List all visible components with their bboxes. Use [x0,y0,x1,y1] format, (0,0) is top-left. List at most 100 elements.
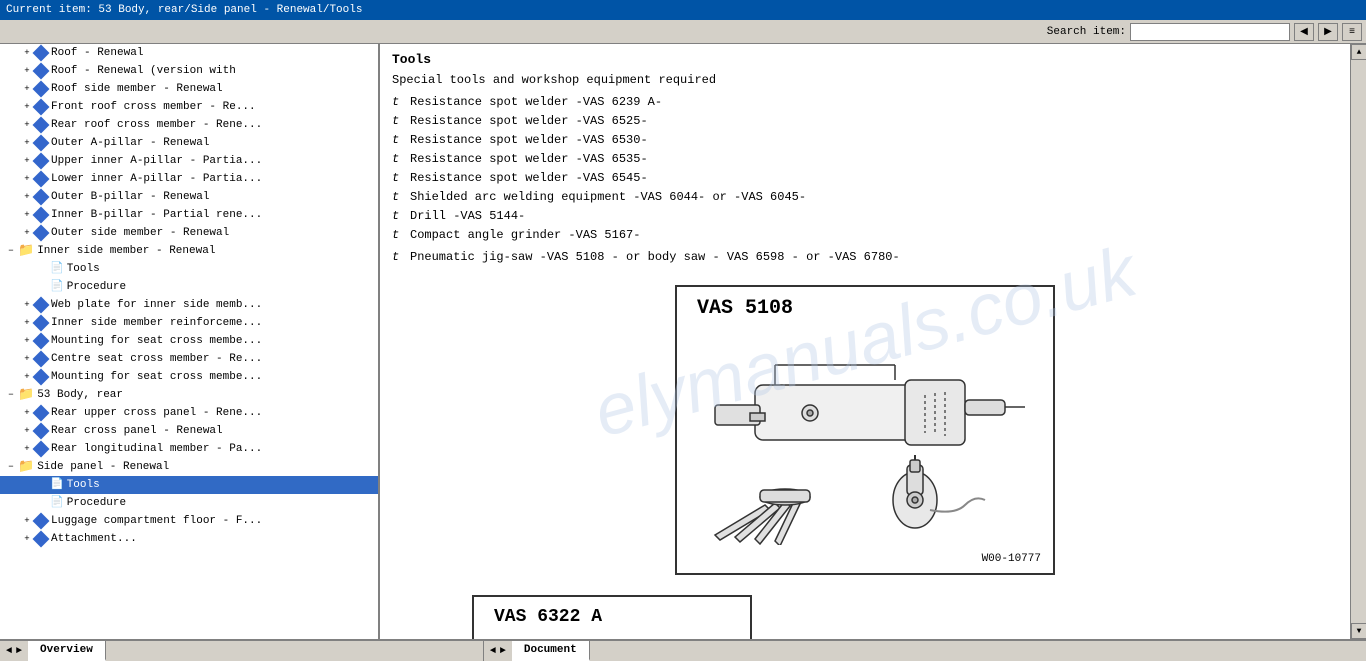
tree-label: Luggage compartment floor - F... [51,513,262,529]
vas-6322a-diagram: VAS 6322 A [472,595,752,639]
tree-folder-icon: 📁 [18,243,34,259]
right-scrollbar[interactable]: ▲ ▼ [1350,44,1366,639]
tool-t-marker: t [392,95,400,109]
tab-overview[interactable]: Overview [28,641,106,661]
title-bar: Current item: 53 Body, rear/Side panel -… [0,0,1366,20]
tool-line: t Resistance spot welder -VAS 6239 A- [392,95,1338,109]
tool-t-marker: t [392,228,400,242]
vas-diagram-number: W00-10777 [982,553,1041,565]
tree-diamond-icon [33,351,50,368]
tree-item[interactable]: +Attachment... [0,530,378,548]
vas-5108-svg [687,327,1043,543]
content-subtitle: Special tools and workshop equipment req… [392,73,1338,87]
tree-item[interactable]: +Web plate for inner side memb... [0,296,378,314]
tree-item[interactable]: 📄Procedure [0,494,378,512]
tree-diamond-icon [33,441,50,458]
tree-item[interactable]: −📁Inner side member - Renewal [0,242,378,260]
tree-item[interactable]: +Rear longitudinal member - Pa... [0,440,378,458]
tree-label: Rear upper cross panel - Rene... [51,405,262,421]
tree-doc-icon: 📄 [50,495,64,511]
tree-diamond-icon [33,99,50,116]
tool-t-marker: t [392,152,400,166]
tree-item[interactable]: +Outer B-pillar - Renewal [0,188,378,206]
tree-label: 53 Body, rear [37,387,123,403]
tree-item[interactable]: +Rear upper cross panel - Rene... [0,404,378,422]
tree-item[interactable]: +Inner side member reinforceme... [0,314,378,332]
scroll-down-button[interactable]: ▼ [1351,623,1366,639]
search-options-button[interactable]: ≡ [1342,23,1362,41]
tree-item[interactable]: 📄Procedure [0,278,378,296]
tool-text: Resistance spot welder -VAS 6535- [410,152,648,166]
tree-diamond-icon [33,63,50,80]
tool-line: t Compact angle grinder -VAS 5167- [392,228,1338,242]
tool-text: Resistance spot welder -VAS 6530- [410,133,648,147]
left-panel[interactable]: +Roof - Renewal+Roof - Renewal (version … [0,44,380,639]
tool-marker: t [392,250,400,264]
left-nav-arrows[interactable]: ◄ ► [0,641,28,661]
tree-item[interactable]: −📁53 Body, rear [0,386,378,404]
tree-expand-icon[interactable]: − [4,460,18,474]
tree-item[interactable]: +Front roof cross member - Re... [0,98,378,116]
nav-left-arrow[interactable]: ◄ [4,646,14,657]
tree-diamond-icon [33,135,50,152]
tree-item[interactable]: +Inner B-pillar - Partial rene... [0,206,378,224]
tree-item[interactable]: +Outer A-pillar - Renewal [0,134,378,152]
tree-label: Lower inner A-pillar - Partia... [51,171,262,187]
tab-overview-label: Overview [40,644,93,656]
tool-t-marker: t [392,171,400,185]
tree-diamond-icon [33,297,50,314]
tree-item[interactable]: +Outer side member - Renewal [0,224,378,242]
tree-label: Mounting for seat cross membe... [51,369,262,385]
tool-text: Resistance spot welder -VAS 6239 A- [410,95,662,109]
tree-label: Tools [67,261,100,277]
right-nav-arrows[interactable]: ◄ ► [484,641,512,661]
tree-item[interactable]: +Roof - Renewal (version with [0,62,378,80]
vas-5108-diagram: VAS 5108 [675,285,1055,575]
tab-document[interactable]: Document [512,641,590,661]
tree-label: Inner B-pillar - Partial rene... [51,207,262,223]
tree-item[interactable]: +Luggage compartment floor - F... [0,512,378,530]
tree-item[interactable]: 📄Tools [0,260,378,278]
nav-doc-right[interactable]: ► [498,646,508,657]
tree-item[interactable]: +Lower inner A-pillar - Partia... [0,170,378,188]
tool-text: Compact angle grinder -VAS 5167- [410,228,640,242]
tree-label: Tools [67,477,100,493]
tree-expand-icon[interactable]: − [4,244,18,258]
tree-item[interactable]: +Rear cross panel - Renewal [0,422,378,440]
tree-label: Roof side member - Renewal [51,81,223,97]
tree-item[interactable]: +Roof side member - Renewal [0,80,378,98]
tree-item[interactable]: +Roof - Renewal [0,44,378,62]
tree-folder-icon: 📁 [18,459,34,475]
tree-diamond-icon [33,153,50,170]
tree-item[interactable]: +Upper inner A-pillar - Partia... [0,152,378,170]
search-input[interactable] [1130,23,1290,41]
tree-diamond-icon [33,117,50,134]
tree-item[interactable]: 📄Tools [0,476,378,494]
main-container: +Roof - Renewal+Roof - Renewal (version … [0,44,1366,639]
content-title: Tools [392,52,1338,67]
tree-expand-icon[interactable]: − [4,388,18,402]
search-prev-button[interactable]: ◀ [1294,23,1314,41]
tool-text: Drill -VAS 5144- [410,209,525,223]
tree-item[interactable]: +Centre seat cross member - Re... [0,350,378,368]
tool-line: tDrill -VAS 5144- [392,209,1338,223]
tree-label: Roof - Renewal (version with [51,63,236,79]
nav-doc-left[interactable]: ◄ [488,646,498,657]
tree-diamond-icon [33,405,50,422]
scroll-up-button[interactable]: ▲ [1351,44,1366,60]
tree-diamond-icon [33,513,50,530]
tree-label: Roof - Renewal [51,45,143,61]
tree-label: Inner side member - Renewal [37,243,215,259]
tool-t-marker: t [392,114,400,128]
tree-diamond-icon [33,225,50,242]
tool-t-marker: t [392,133,400,147]
tree-item[interactable]: +Rear roof cross member - Rene... [0,116,378,134]
search-next-button[interactable]: ▶ [1318,23,1338,41]
tool-t-marker: t [392,190,400,204]
nav-right-arrow[interactable]: ► [14,646,24,657]
tree-diamond-icon [33,333,50,350]
tree-item[interactable]: +Mounting for seat cross membe... [0,368,378,386]
tree-item[interactable]: −📁Side panel - Renewal [0,458,378,476]
tree-item[interactable]: +Mounting for seat cross membe... [0,332,378,350]
tree-label: Rear longitudinal member - Pa... [51,441,262,457]
